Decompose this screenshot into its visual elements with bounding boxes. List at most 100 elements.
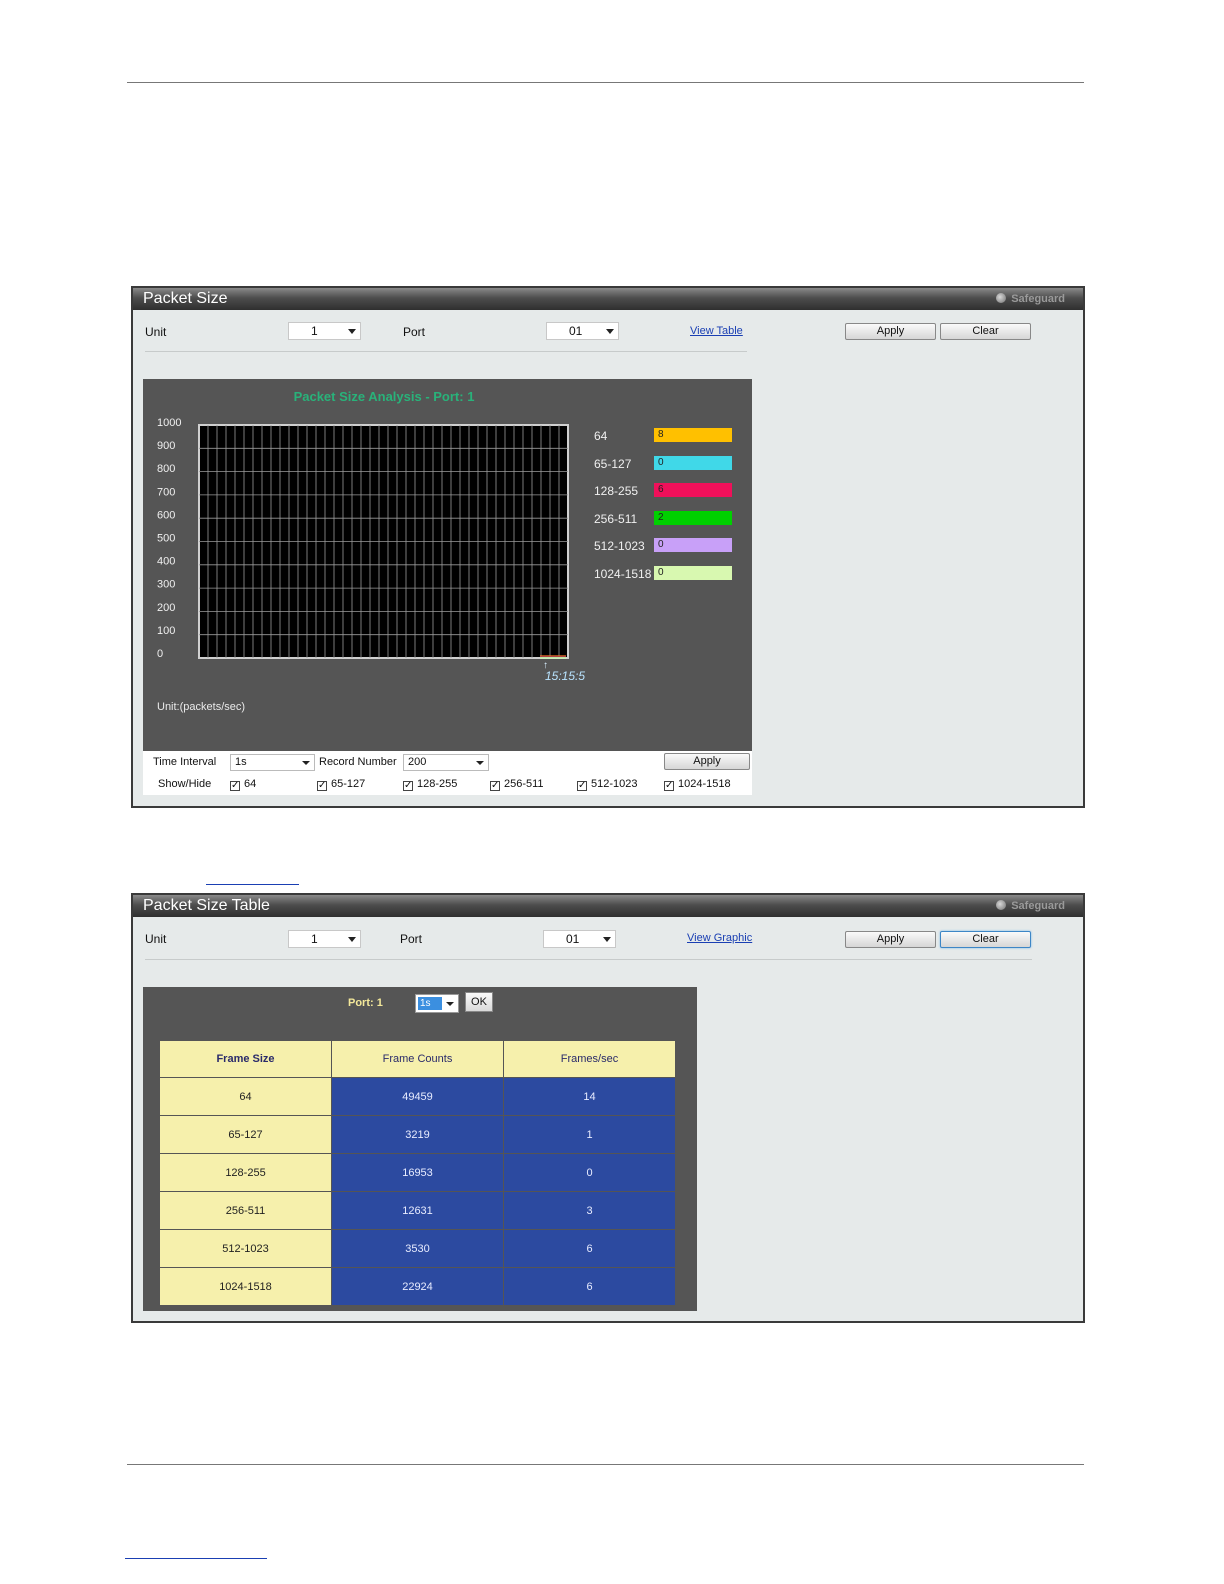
y-tick-label: 300 (157, 579, 175, 591)
safeguard-icon (996, 900, 1007, 910)
frame-counts-cell: 16953 (331, 1153, 504, 1192)
frame-size-cell: 65-127 (159, 1115, 332, 1154)
record-number-select[interactable]: 200 (403, 754, 489, 771)
port-select[interactable]: 01 (543, 930, 616, 948)
checkbox-128-255[interactable]: ✓ 128-255 (403, 778, 457, 791)
footer-link-underline[interactable] (125, 1558, 267, 1559)
frame-counts-cell: 49459 (331, 1077, 504, 1116)
checkbox-65-127[interactable]: ✓ 65-127 (317, 778, 365, 791)
safeguard-label: Safeguard (1011, 293, 1065, 305)
chevron-down-icon (606, 329, 614, 334)
frame-size-cell: 512-1023 (159, 1229, 332, 1268)
clear-button[interactable]: Clear (940, 323, 1031, 340)
checkbox-64[interactable]: ✓ 64 (230, 778, 256, 791)
legend-label-1024-1518: 1024-1518 (594, 567, 652, 581)
port-select-value: 01 (569, 324, 583, 338)
y-tick-label: 1000 (157, 417, 181, 429)
time-interval-value: 1s (235, 756, 247, 768)
column-header-frame-counts: Frame Counts (331, 1040, 504, 1078)
frames-sec-cell: 3 (503, 1191, 676, 1230)
view-graphic-link[interactable]: View Graphic (687, 932, 752, 944)
chevron-down-icon (476, 761, 484, 765)
chevron-down-icon (348, 329, 356, 334)
frame-counts-cell: 3530 (331, 1229, 504, 1268)
y-tick-label: 800 (157, 463, 175, 475)
checkbox-check-icon: ✓ (664, 780, 674, 791)
checkbox-label: 1024-1518 (678, 778, 731, 790)
checkbox-check-icon: ✓ (490, 780, 500, 791)
chevron-down-icon (302, 761, 310, 765)
frame-counts-cell: 22924 (331, 1267, 504, 1306)
refresh-interval-select[interactable]: 1s (415, 994, 459, 1013)
safeguard-label: Safeguard (1011, 900, 1065, 912)
ok-button[interactable]: OK (465, 992, 493, 1012)
apply-button[interactable]: Apply (845, 323, 936, 340)
chevron-down-icon (446, 1002, 454, 1006)
checkbox-check-icon: ✓ (577, 780, 587, 791)
chevron-down-icon (348, 937, 356, 942)
header-rule (127, 82, 1084, 83)
port-label: Port (400, 932, 423, 946)
record-number-label: Record Number (319, 756, 397, 768)
safeguard-indicator: Safeguard (996, 899, 1065, 913)
y-tick-label: 600 (157, 509, 175, 521)
y-tick-label: 100 (157, 625, 175, 637)
frame-size-cell: 1024-1518 (159, 1267, 332, 1306)
column-header-frame-size: Frame Size (159, 1040, 332, 1078)
legend-label-256-511: 256-511 (594, 512, 638, 526)
frames-sec-cell: 14 (503, 1077, 676, 1116)
table-row: 1024-1518 22924 6 (159, 1267, 676, 1306)
frames-sec-cell: 0 (503, 1153, 676, 1192)
legend-label-512-1023: 512-1023 (594, 539, 645, 553)
panel-title: Packet Size Table (143, 897, 270, 914)
legend-bar-512-1023: 0 (654, 538, 732, 552)
checkbox-512-1023[interactable]: ✓ 512-1023 (577, 778, 638, 791)
legend-bar-1024-1518: 0 (654, 566, 732, 580)
view-table-link[interactable]: View Table (690, 325, 743, 337)
frame-size-cell: 64 (159, 1077, 332, 1116)
footer-rule (127, 1464, 1084, 1465)
panel-title-bar: Packet Size Safeguard (133, 288, 1083, 310)
clear-button[interactable]: Clear (940, 931, 1031, 948)
table-row: 256-511 12631 3 (159, 1191, 676, 1230)
unit-label: Unit (145, 325, 167, 339)
y-tick-label: 0 (157, 648, 163, 660)
x-tick-label: 15:15:5 (545, 669, 585, 683)
port-select-value: 01 (566, 932, 580, 946)
time-interval-label: Time Interval (153, 756, 217, 768)
y-tick-label: 700 (157, 486, 175, 498)
frame-counts-cell: 12631 (331, 1191, 504, 1230)
table-row: 512-1023 3530 6 (159, 1229, 676, 1268)
checkbox-label: 128-255 (417, 778, 458, 790)
y-tick-label: 400 (157, 556, 175, 568)
chart-apply-button[interactable]: Apply (664, 753, 750, 770)
column-header-frames-sec: Frames/sec (503, 1040, 676, 1078)
refresh-interval-value: 1s (418, 997, 442, 1010)
unit-select[interactable]: 1 (288, 930, 361, 948)
frames-sec-cell: 1 (503, 1115, 676, 1154)
checkbox-1024-1518[interactable]: ✓ 1024-1518 (664, 778, 731, 791)
frame-counts-cell: 3219 (331, 1115, 504, 1154)
frame-size-cell: 256-511 (159, 1191, 332, 1230)
table-row: 128-255 16953 0 (159, 1153, 676, 1192)
y-tick-label: 200 (157, 602, 175, 614)
legend-bar-65-127: 0 (654, 456, 732, 470)
legend-bar-256-511: 2 (654, 511, 732, 525)
unit-select[interactable]: 1 (288, 322, 361, 340)
legend-bar-128-255: 6 (654, 483, 732, 497)
packet-size-table: Frame Size Frame Counts Frames/sec 64 49… (159, 1040, 676, 1306)
y-tick-label: 500 (157, 533, 175, 545)
apply-button[interactable]: Apply (845, 931, 936, 948)
checkbox-256-511[interactable]: ✓ 256-511 (490, 778, 544, 791)
port-select[interactable]: 01 (546, 322, 619, 340)
y-tick-label: 900 (157, 440, 175, 452)
panel-title: Packet Size (143, 290, 228, 307)
link-underline[interactable] (206, 884, 299, 885)
checkbox-label: 512-1023 (591, 778, 638, 790)
time-interval-select[interactable]: 1s (230, 754, 315, 771)
legend-bar-64: 8 (654, 428, 732, 442)
port-label: Port (403, 325, 426, 339)
packet-size-chart: Packet Size Analysis - Port: 1 1000 900 80… (143, 379, 752, 751)
legend-label-65-127: 65-127 (594, 457, 632, 471)
record-number-value: 200 (408, 756, 427, 768)
